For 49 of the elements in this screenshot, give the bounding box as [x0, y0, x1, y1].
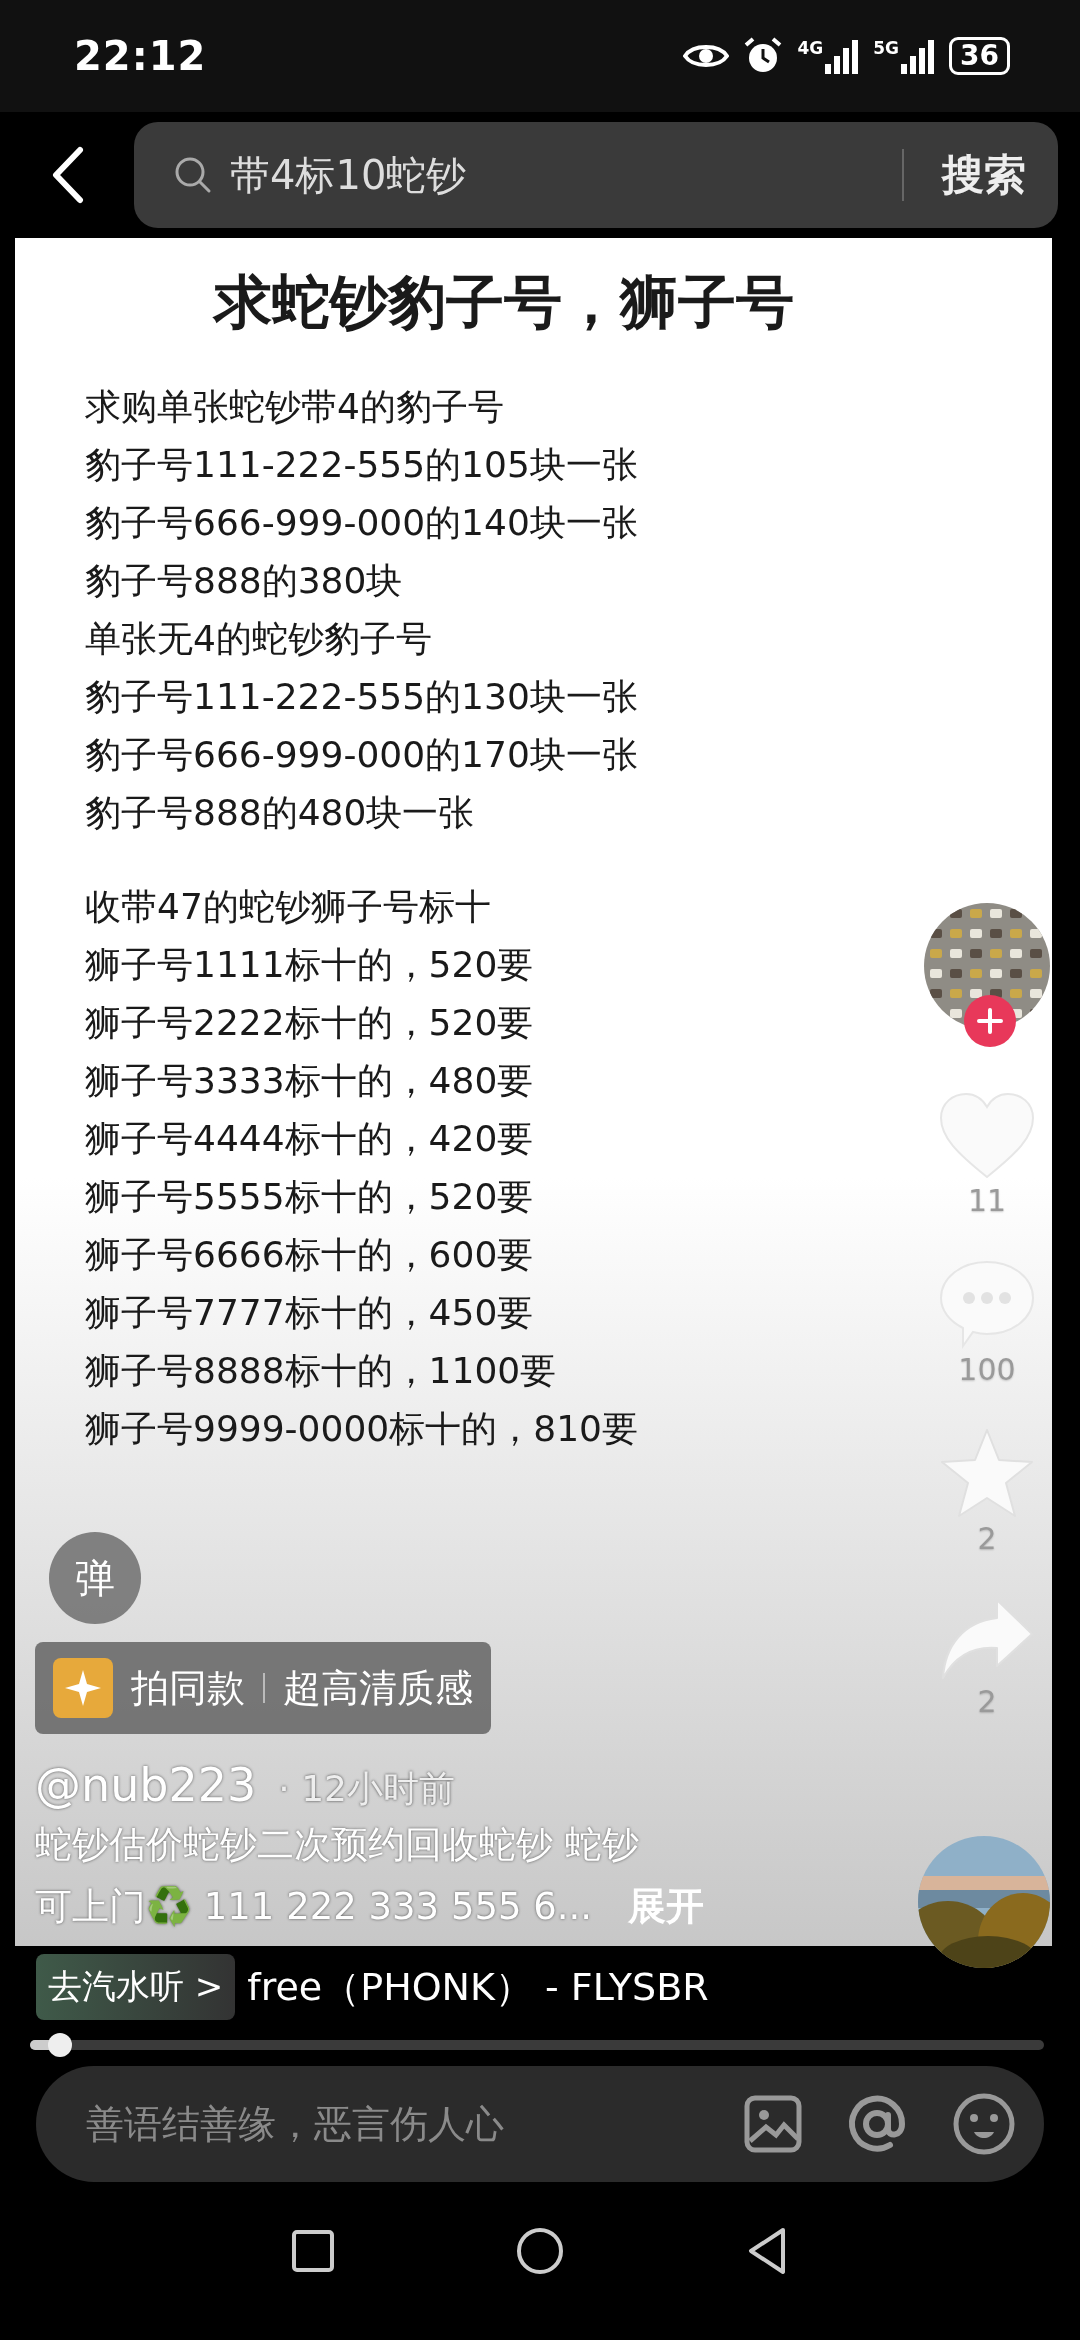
document-line: 豹子号111-222-555的105块一张: [85, 443, 638, 487]
document-line: 狮子号5555标十的，520要: [85, 1175, 534, 1219]
music-title[interactable]: free（PHONK） - FLYSBR: [247, 1961, 709, 2013]
search-field[interactable]: 带4标10蛇钞 搜索: [134, 122, 1058, 228]
home-icon[interactable]: [515, 2226, 565, 2276]
network-label: 5G: [873, 38, 900, 58]
document-line: 豹子号111-222-555的130块一张: [85, 675, 638, 719]
plus-icon: [977, 1008, 1003, 1034]
document-line: 狮子号8888标十的，1100要: [85, 1349, 557, 1393]
document-line: 单张无4的蛇钞豹子号: [85, 617, 432, 661]
danmaku-button[interactable]: 弹: [49, 1532, 141, 1624]
battery-level: 36: [949, 37, 1010, 75]
document-line: 豹子号888的480块一张: [85, 791, 475, 835]
document-line: 狮子号4444标十的，420要: [85, 1117, 534, 1161]
document-line: 豹子号666-999-000的170块一张: [85, 733, 638, 777]
document-line: 狮子号6666标十的，600要: [85, 1233, 534, 1277]
document-line: 狮子号2222标十的，520要: [85, 1001, 534, 1045]
follow-button[interactable]: [964, 995, 1016, 1047]
document-title: 求蛇钞豹子号，狮子号: [213, 267, 794, 338]
document-line: 收带47的蛇钞狮子号标十: [85, 885, 491, 929]
document-line: 豹子号666-999-000的140块一张: [85, 501, 638, 545]
effect-label: 拍同款: [131, 1664, 245, 1712]
document-line: 狮子号1111标十的，520要: [85, 943, 534, 987]
effect-button[interactable]: 拍同款 超高清质感: [35, 1642, 491, 1734]
document-line: 求购单张蛇钞带4的豹子号: [85, 385, 504, 429]
star-icon[interactable]: [939, 1427, 1035, 1519]
effect-tag: 超高清质感: [283, 1662, 473, 1714]
back-icon[interactable]: [50, 146, 84, 204]
status-time: 22:12: [74, 33, 207, 79]
document-line: 豹子号888的380块: [85, 559, 403, 603]
progress-thumb[interactable]: [48, 2033, 73, 2057]
mention-icon[interactable]: [846, 2093, 908, 2155]
search-icon: [174, 156, 212, 194]
action-count: 2: [977, 1684, 997, 1719]
document-line: 狮子号9999-0000标十的，810要: [85, 1407, 638, 1451]
music-app-tag[interactable]: 去汽水听 >: [36, 1954, 236, 2020]
signal-icon: [901, 38, 936, 74]
action-count: 2: [977, 1521, 997, 1556]
document-line: 狮子号3333标十的，480要: [85, 1059, 534, 1103]
search-button[interactable]: 搜索: [922, 147, 1026, 203]
recent-apps-icon[interactable]: [291, 2229, 335, 2273]
network-label: 4G: [797, 38, 824, 58]
signal-icon: [825, 38, 860, 74]
document-line: 狮子号7777标十的，450要: [85, 1291, 534, 1335]
emoji-icon[interactable]: [952, 2092, 1016, 2156]
image-icon[interactable]: [744, 2095, 802, 2153]
action-count: 11: [967, 1183, 1007, 1218]
action-count: 100: [958, 1352, 1016, 1387]
comment-field[interactable]: 善语结善缘，恶言伤人心: [84, 2101, 700, 2147]
